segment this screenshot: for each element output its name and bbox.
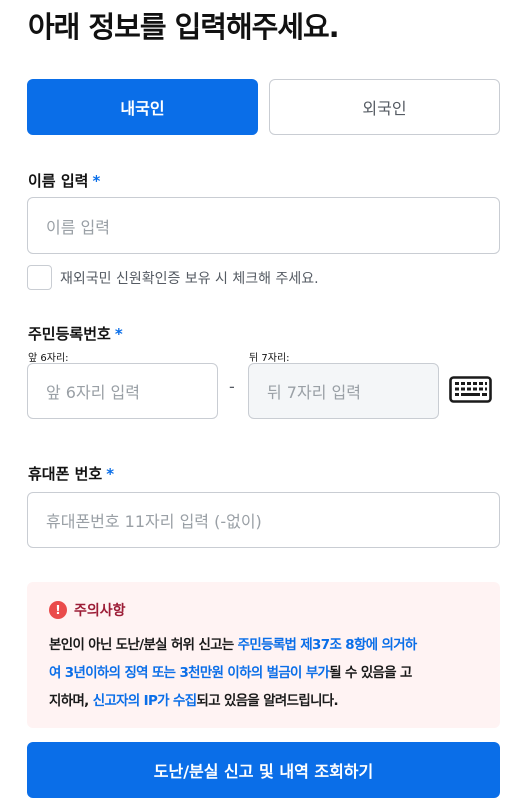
rrn-front-placeholder: 앞 6자리 입력 bbox=[46, 383, 140, 402]
phone-input-placeholder: 휴대폰번호 11자리 입력 (-없이) bbox=[46, 512, 262, 531]
name-input[interactable]: 이름 입력 bbox=[27, 197, 500, 254]
notice-title: 주의사항 bbox=[74, 603, 126, 619]
tab-foreign[interactable]: 외국인 bbox=[269, 79, 500, 135]
name-label-text: 이름 입력 bbox=[28, 172, 89, 190]
required-mark: * bbox=[114, 325, 123, 343]
notice-line-2: 여 3년이하의 징역 또는 3천만원 이하의 벌금이 부가될 수 있음을 고 bbox=[49, 660, 489, 688]
alert-icon: ! bbox=[49, 601, 67, 619]
rrn-back-label: 뒤 7자리: bbox=[249, 353, 290, 364]
notice-line-3: 지하며, 신고자의 IP가 수집되고 있음을 알려드립니다. bbox=[49, 688, 489, 716]
name-label: 이름 입력 * bbox=[28, 170, 100, 191]
notice-line-1: 본인이 아닌 도난/분실 허위 신고는 주민등록법 제37조 8항에 의거하 bbox=[49, 632, 489, 660]
page-title: 아래 정보를 입력해주세요. bbox=[28, 10, 340, 44]
rrn-label: 주민등록번호 * bbox=[28, 323, 123, 344]
tab-domestic[interactable]: 내국인 bbox=[27, 79, 258, 135]
notice-text: 될 수 있음을 고 bbox=[329, 666, 412, 681]
rrn-back-input[interactable]: 뒤 7자리 입력 bbox=[248, 363, 439, 419]
notice-highlight: 신고자의 IP가 수집 bbox=[92, 694, 197, 709]
phone-label-text: 휴대폰 번호 bbox=[28, 465, 103, 483]
notice-text: 되고 있음을 알려드립니다. bbox=[196, 694, 339, 709]
required-mark: * bbox=[106, 465, 115, 483]
phone-label: 휴대폰 번호 * bbox=[28, 463, 114, 484]
notice-highlight: 여 3년이하의 징역 또는 3천만원 이하의 벌금이 부가 bbox=[49, 666, 330, 681]
phone-input[interactable]: 휴대폰번호 11자리 입력 (-없이) bbox=[27, 492, 500, 548]
rrn-label-text: 주민등록번호 bbox=[28, 325, 111, 343]
notice-header: ! 주의사항 bbox=[49, 600, 126, 620]
notice-text: 지하며, bbox=[49, 694, 93, 709]
notice-text: 본인이 아닌 도난/분실 허위 신고는 bbox=[49, 638, 238, 653]
rrn-back-placeholder: 뒤 7자리 입력 bbox=[267, 383, 361, 402]
notice-box: ! 주의사항 본인이 아닌 도난/분실 허위 신고는 주민등록법 제37조 8항… bbox=[27, 582, 500, 728]
submit-button[interactable]: 도난/분실 신고 및 내역 조회하기 bbox=[27, 742, 500, 798]
notice-body: 본인이 아닌 도난/분실 허위 신고는 주민등록법 제37조 8항에 의거하 여… bbox=[49, 632, 489, 716]
rrn-front-label: 앞 6자리: bbox=[28, 353, 69, 364]
rrn-separator: - bbox=[229, 377, 235, 396]
overseas-check-row: 재외국민 신원확인증 보유 시 체크해 주세요. bbox=[27, 265, 319, 290]
rrn-front-input[interactable]: 앞 6자리 입력 bbox=[27, 363, 218, 419]
name-input-placeholder: 이름 입력 bbox=[46, 217, 110, 237]
keyboard-icon[interactable] bbox=[449, 376, 492, 403]
overseas-checkbox-label: 재외국민 신원확인증 보유 시 체크해 주세요. bbox=[60, 270, 319, 287]
required-mark: * bbox=[92, 172, 101, 190]
overseas-checkbox[interactable] bbox=[27, 265, 52, 290]
notice-highlight: 주민등록법 제37조 8항에 의거하 bbox=[237, 638, 418, 653]
